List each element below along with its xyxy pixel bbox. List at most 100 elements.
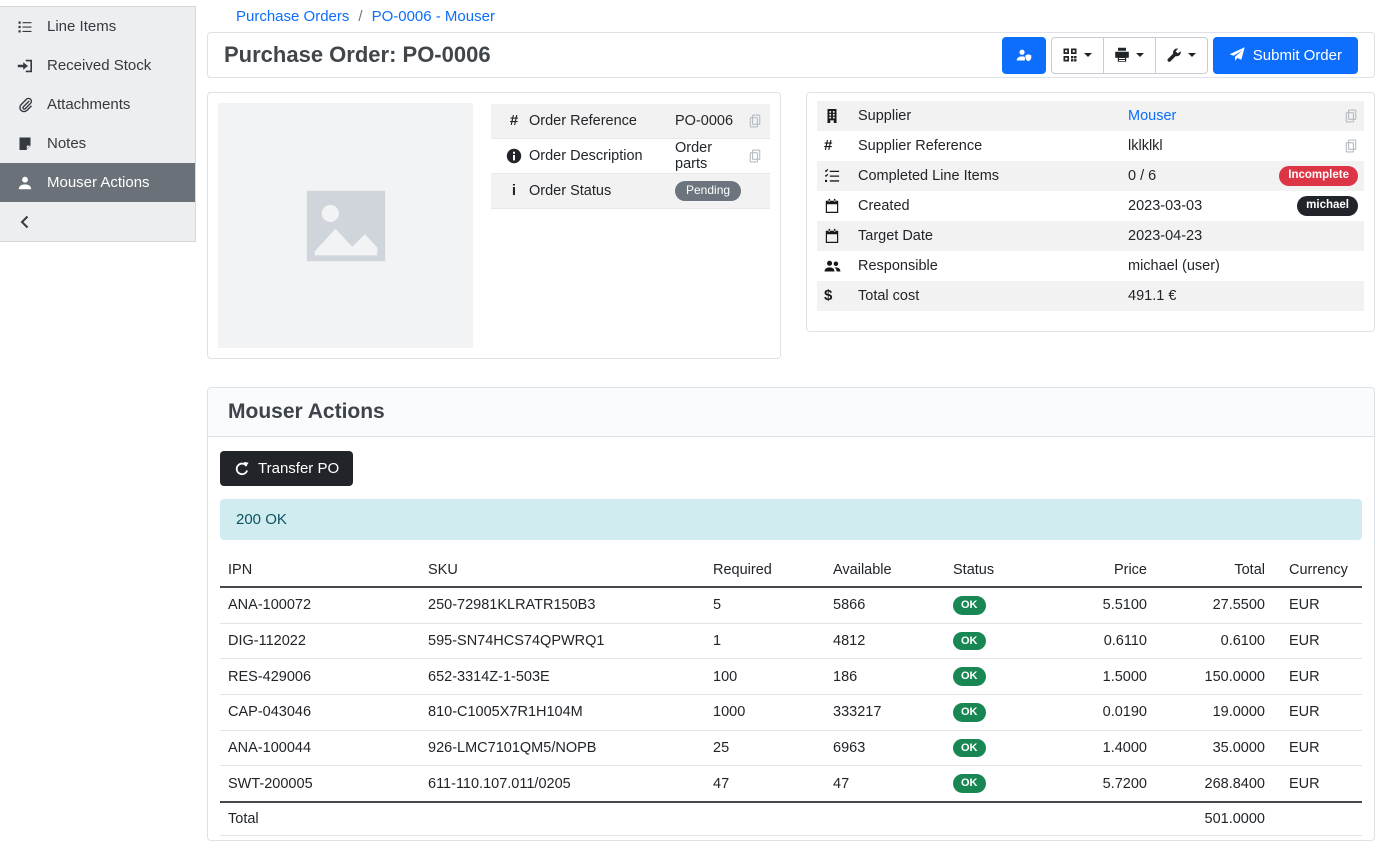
status-cell: OK xyxy=(945,587,1045,623)
breadcrumb: Purchase Orders/PO-0006 - Mouser xyxy=(196,0,1383,32)
detail-value: michael (user) xyxy=(1128,258,1358,274)
ipn-cell: ANA-100044 xyxy=(220,730,420,766)
ok-status-badge: OK xyxy=(953,703,986,722)
detail-value: 2023-04-23 xyxy=(1128,228,1358,244)
detail-row-supplier: Supplier Mouser xyxy=(817,101,1364,131)
table-footer-row: Total 501.0000 xyxy=(220,802,1362,836)
mouser-actions-panel: Mouser Actions Transfer PO 200 OK xyxy=(207,387,1375,841)
sidebar-item-label: Line Items xyxy=(47,18,116,35)
table-row: CAP-043046 810-C1005X7R1H104M 1000 33321… xyxy=(220,694,1362,730)
calendar-icon xyxy=(824,228,858,244)
detail-value: 2023-03-03 xyxy=(1128,198,1297,214)
total-cell: 0.6100 xyxy=(1155,623,1273,659)
required-cell: 25 xyxy=(705,730,825,766)
copy-icon xyxy=(1344,109,1358,123)
table-row: RES-429006 652-3314Z-1-503E 100 186 OK 1… xyxy=(220,659,1362,695)
sku-cell: 611-110.107.011/0205 xyxy=(420,766,705,802)
currency-cell: EUR xyxy=(1273,659,1362,695)
copy-button[interactable] xyxy=(742,149,768,163)
copy-button[interactable] xyxy=(1344,109,1358,123)
detail-value: 491.1 € xyxy=(1128,288,1358,304)
supplier-link[interactable]: Mouser xyxy=(1128,108,1176,124)
sidebar-item-mouser-actions[interactable]: Mouser Actions xyxy=(0,163,195,202)
copy-button[interactable] xyxy=(1344,139,1358,153)
users-icon xyxy=(824,258,858,274)
caret-down-icon xyxy=(1188,53,1196,57)
main-content: Purchase Orders/PO-0006 - Mouser Purchas… xyxy=(196,0,1383,794)
sidebar-item-label: Notes xyxy=(47,135,86,152)
ipn-cell: RES-429006 xyxy=(220,659,420,695)
detail-label: Order Status xyxy=(529,183,675,199)
price-cell: 0.0190 xyxy=(1045,694,1155,730)
currency-cell: EUR xyxy=(1273,587,1362,623)
sidebar-item-received-stock[interactable]: Received Stock xyxy=(0,46,195,85)
available-cell: 186 xyxy=(825,659,945,695)
table-row: DIG-112022 595-SN74HCS74QPWRQ1 1 4812 OK… xyxy=(220,623,1362,659)
sidebar-item-label: Received Stock xyxy=(47,57,151,74)
required-cell: 1000 xyxy=(705,694,825,730)
ipn-cell: DIG-112022 xyxy=(220,623,420,659)
submit-order-label: Submit Order xyxy=(1253,47,1342,64)
page-content: Purchase Order: PO-0006 xyxy=(196,32,1383,841)
detail-label: Responsible xyxy=(858,258,1128,274)
status-cell: OK xyxy=(945,730,1045,766)
detail-label: Total cost xyxy=(858,288,1128,304)
sku-cell: 926-LMC7101QM5/NOPB xyxy=(420,730,705,766)
order-details-section: # Order Reference PO-0006 Order Descript… xyxy=(207,92,1375,359)
info-icon: i xyxy=(499,183,529,199)
paperclip-icon xyxy=(17,97,33,113)
detail-value: 0 / 6 xyxy=(1128,168,1279,184)
copy-icon xyxy=(748,149,762,163)
sidebar-item-line-items[interactable]: Line Items xyxy=(0,7,195,46)
sidebar-item-notes[interactable]: Notes xyxy=(0,124,195,163)
status-cell: OK xyxy=(945,766,1045,802)
detail-row-order-description: Order Description Order parts xyxy=(491,139,770,174)
copy-button[interactable] xyxy=(742,114,768,128)
table-header-row: IPN SKU Required Available Status Price … xyxy=(220,554,1362,587)
ok-status-badge: OK xyxy=(953,774,986,793)
sidebar-item-attachments[interactable]: Attachments xyxy=(0,85,195,124)
ipn-cell: SWT-200005 xyxy=(220,766,420,802)
barcode-dropdown-button[interactable] xyxy=(1051,37,1104,74)
header-actions: Submit Order xyxy=(1002,37,1358,74)
caret-down-icon xyxy=(1084,53,1092,57)
status-cell: OK xyxy=(945,659,1045,695)
breadcrumb-link-purchase-orders[interactable]: Purchase Orders xyxy=(236,8,349,25)
col-header-currency: Currency xyxy=(1273,554,1362,587)
building-icon xyxy=(824,108,858,124)
supplier-details-panel: Supplier Mouser # Supplier Reference lkl… xyxy=(806,92,1375,332)
order-details-table: # Order Reference PO-0006 Order Descript… xyxy=(491,104,770,348)
total-cell: 19.0000 xyxy=(1155,694,1273,730)
sku-cell: 250-72981KLRATR150B3 xyxy=(420,587,705,623)
total-cell: 268.8400 xyxy=(1155,766,1273,802)
paper-plane-icon xyxy=(1229,47,1245,63)
currency-cell: EUR xyxy=(1273,766,1362,802)
required-cell: 1 xyxy=(705,623,825,659)
col-header-price: Price xyxy=(1045,554,1155,587)
page-title: Purchase Order: PO-0006 xyxy=(224,42,491,68)
page-header-panel: Purchase Order: PO-0006 xyxy=(207,32,1375,78)
refresh-icon xyxy=(234,461,250,477)
available-cell: 6963 xyxy=(825,730,945,766)
copy-icon xyxy=(748,114,762,128)
panel-title: Mouser Actions xyxy=(208,388,1374,437)
breadcrumb-link-current[interactable]: PO-0006 - Mouser xyxy=(372,8,495,25)
user-shield-button[interactable] xyxy=(1002,37,1046,74)
col-header-status: Status xyxy=(945,554,1045,587)
list-icon xyxy=(17,19,33,35)
ok-status-badge: OK xyxy=(953,739,986,758)
submit-order-button[interactable]: Submit Order xyxy=(1213,37,1358,74)
col-header-ipn: IPN xyxy=(220,554,420,587)
required-cell: 100 xyxy=(705,659,825,695)
sidebar-collapse-button[interactable] xyxy=(0,202,195,241)
order-image-placeholder xyxy=(218,103,473,348)
sku-cell: 652-3314Z-1-503E xyxy=(420,659,705,695)
sidebar-item-label: Mouser Actions xyxy=(47,174,150,191)
transfer-po-button[interactable]: Transfer PO xyxy=(220,451,353,486)
available-cell: 333217 xyxy=(825,694,945,730)
wrench-icon xyxy=(1166,47,1182,63)
print-dropdown-button[interactable] xyxy=(1103,37,1156,74)
detail-row-created: Created 2023-03-03 michael xyxy=(817,191,1364,221)
currency-cell: EUR xyxy=(1273,730,1362,766)
actions-dropdown-button[interactable] xyxy=(1155,37,1208,74)
